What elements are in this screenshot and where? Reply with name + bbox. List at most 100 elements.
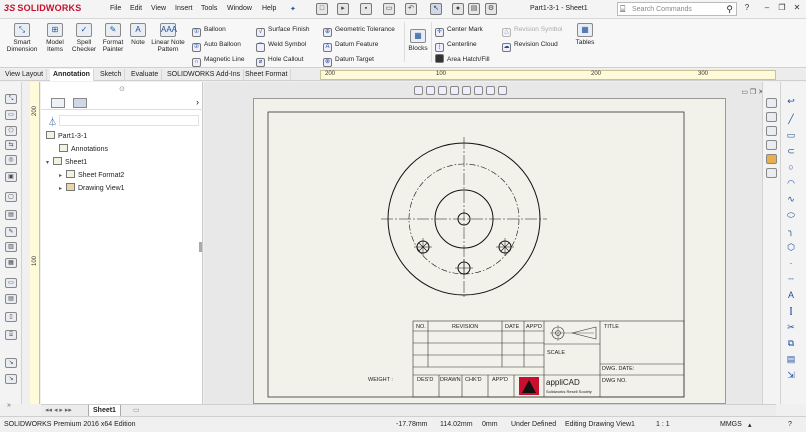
tool-icon[interactable]: ⇆ — [5, 140, 17, 150]
panel-grip-icon[interactable]: ⊙ — [119, 85, 125, 93]
minimize-button[interactable]: – — [760, 3, 774, 15]
tool-icon[interactable]: ◎ — [5, 155, 17, 165]
menu-edit[interactable]: Edit — [130, 5, 142, 12]
area-hatch-fill-button[interactable]: Area Hatch/Fill — [435, 54, 490, 66]
search-icon[interactable]: ⚲ — [726, 4, 733, 15]
custom-properties-icon[interactable] — [766, 168, 777, 178]
spell-checker-button[interactable]: ✓ Spell Checker — [70, 23, 98, 53]
slot-icon[interactable]: ⊂ — [785, 146, 797, 156]
geometric-tolerance-button[interactable]: ⊕ Geometric Tolerance — [323, 24, 395, 37]
undo-icon[interactable]: ↶ — [405, 3, 417, 15]
expand-icon[interactable]: ▸ — [59, 185, 66, 192]
options-gear-icon[interactable]: ⚙ — [485, 3, 497, 15]
smart-dimension-tool-icon[interactable]: ⤡ — [5, 94, 17, 104]
expand-icon[interactable]: ▸ — [59, 172, 66, 179]
linear-pattern-icon[interactable]: ▤ — [785, 354, 797, 364]
tool-icon[interactable]: ▥ — [5, 242, 17, 252]
tab-annotation[interactable]: Annotation — [50, 69, 94, 81]
tool-icon[interactable]: ▢ — [5, 192, 17, 202]
tab-solidworks-add-ins[interactable]: SOLIDWORKS Add-Ins — [164, 69, 245, 81]
weld-symbol-button[interactable]: ⌒ Weld Symbol — [256, 39, 306, 52]
menu-view[interactable]: View — [151, 5, 166, 12]
tables-button[interactable]: ▦ Tables — [572, 23, 598, 46]
zoom-to-fit-icon[interactable] — [414, 86, 423, 95]
tree-filter-input[interactable] — [59, 115, 199, 126]
offset-icon[interactable]: ⧉ — [785, 338, 797, 348]
new-document-icon[interactable]: □ — [316, 3, 328, 15]
tool-icon[interactable]: ▦ — [5, 258, 17, 268]
previous-view-icon[interactable] — [438, 86, 447, 95]
feature-manager-tab-icon[interactable] — [51, 98, 65, 108]
surface-finish-button[interactable]: √ Surface Finish — [256, 24, 310, 37]
note-button[interactable]: A Note — [129, 23, 147, 46]
magnetic-line-button[interactable]: ∩ Magnetic Line — [192, 54, 244, 67]
view-palette-icon[interactable] — [766, 140, 777, 150]
add-sheet-icon[interactable]: ▭ — [133, 406, 140, 414]
format-painter-button[interactable]: ✎ Format Painter — [100, 23, 126, 53]
solidworks-logo[interactable]: 3S SOLIDWORKS — [4, 3, 81, 13]
tool-icon[interactable]: ▯ — [5, 312, 17, 322]
file-explorer-icon[interactable] — [766, 126, 777, 136]
design-library-icon[interactable] — [766, 112, 777, 122]
drawing-sheet[interactable]: NO. REVISION DATE APP'D TITLE SCALE DWG.… — [253, 98, 726, 404]
rebuild-icon[interactable]: ● — [452, 3, 464, 15]
tab-scroll-icon[interactable]: ◂◂ ◂ ▸ ▸▸ — [45, 406, 72, 414]
save-icon[interactable]: ▪ — [360, 3, 372, 15]
revision-cloud-button[interactable]: ☁ Revision Cloud — [502, 39, 558, 52]
blocks-button[interactable]: ▦ Blocks — [407, 23, 429, 52]
tool-icon[interactable]: ▤ — [5, 210, 17, 220]
centerline-button[interactable]: ┆ Centerline — [435, 39, 477, 52]
tab-sketch[interactable]: Sketch — [97, 69, 126, 81]
tool-icon[interactable]: ▭ — [5, 110, 17, 120]
trim-icon[interactable]: ✂ — [785, 322, 797, 332]
help-icon[interactable]: ? — [740, 3, 754, 15]
tab-evaluate[interactable]: Evaluate — [128, 69, 163, 81]
move-icon[interactable]: ⇲ — [785, 370, 797, 380]
expand-chevron-icon[interactable]: » — [7, 402, 11, 409]
appearances-icon[interactable] — [766, 154, 777, 164]
hole-callout-button[interactable]: ⌀ Hole Callout — [256, 54, 303, 67]
rectangle-icon[interactable]: ▭ — [785, 130, 797, 140]
tool-icon[interactable]: ▭ — [5, 278, 17, 288]
tree-item-sheet-format[interactable]: ▸ Sheet Format2 — [59, 170, 124, 179]
auto-balloon-button[interactable]: ② Auto Balloon — [192, 39, 241, 52]
menu-file[interactable]: File — [110, 5, 121, 12]
tool-icon[interactable]: ↘ — [5, 358, 17, 368]
ellipse-icon[interactable]: ⬭ — [785, 210, 797, 220]
open-icon[interactable]: ▸ — [337, 3, 349, 15]
tab-sheet-format[interactable]: Sheet Format — [242, 69, 292, 81]
unit-system[interactable]: MMGS — [720, 421, 742, 428]
home-view-icon[interactable] — [766, 98, 777, 108]
tool-icon[interactable]: ↘ — [5, 374, 17, 384]
datum-target-button[interactable]: ⊗ Datum Target — [323, 54, 374, 67]
close-button[interactable]: ✕ — [790, 3, 804, 15]
circle-icon[interactable]: ○ — [785, 162, 797, 172]
property-manager-tab-icon[interactable] — [73, 98, 87, 108]
pin-icon[interactable]: ✦ — [290, 5, 296, 13]
filter-icon[interactable]: ⏃ — [48, 115, 57, 128]
text-icon[interactable]: A — [785, 290, 797, 300]
help-status-icon[interactable]: ? — [788, 421, 792, 428]
menu-tools[interactable]: Tools — [201, 5, 217, 12]
menu-insert[interactable]: Insert — [175, 5, 193, 12]
menu-help[interactable]: Help — [262, 5, 276, 12]
tab-view-layout[interactable]: View Layout — [2, 69, 48, 81]
tool-icon[interactable]: ✎ — [5, 227, 17, 237]
section-view-icon[interactable] — [450, 86, 459, 95]
zoom-area-icon[interactable] — [426, 86, 435, 95]
linear-note-pattern-button[interactable]: AAA Linear Note Pattern — [150, 23, 186, 53]
hide-show-icon[interactable] — [474, 86, 483, 95]
tree-item-drawing-view[interactable]: ▸ Drawing View1 — [59, 183, 125, 192]
arc-icon[interactable]: ◠ — [785, 178, 797, 188]
select-icon[interactable]: ↖ — [430, 3, 442, 15]
tree-item-annotations[interactable]: Annotations — [59, 144, 108, 153]
smart-dimension-button[interactable]: ⤡ Smart Dimension — [4, 23, 40, 53]
polygon-icon[interactable]: ⬡ — [785, 242, 797, 252]
view-settings-icon[interactable] — [498, 86, 507, 95]
file-properties-icon[interactable]: ▤ — [468, 3, 480, 15]
datum-feature-button[interactable]: A Datum Feature — [323, 39, 378, 52]
spline-icon[interactable]: ∿ — [785, 194, 797, 204]
panel-splitter[interactable] — [199, 242, 202, 252]
graphics-area[interactable]: ▭ ❐ ✕ NO. REVISION DATE APP'D TITLE SCAL… — [204, 82, 776, 404]
tool-icon[interactable]: ▤ — [5, 294, 17, 304]
